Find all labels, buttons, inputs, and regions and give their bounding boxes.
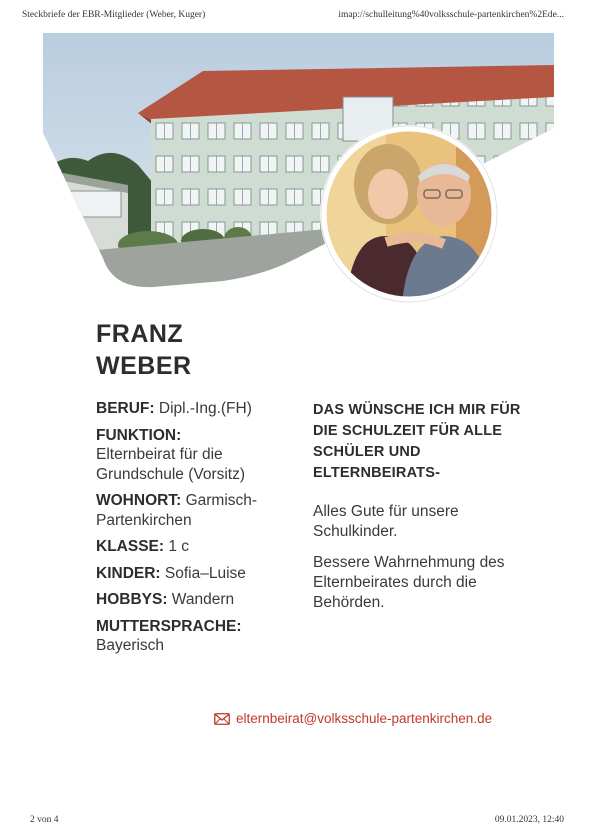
field-label: KINDER: — [96, 564, 161, 582]
print-datetime: 09.01.2023, 12:40 — [494, 815, 564, 825]
print-header-url: imap://schulleitung%40volksschule-parten… — [338, 10, 564, 20]
person-name: FRANZ WEBER — [96, 318, 192, 382]
field-label: FUNKTION: — [96, 426, 182, 444]
envelope-icon — [214, 712, 230, 725]
email-contact: elternbeirat@volksschule-partenkirchen.d… — [214, 711, 492, 726]
last-name: WEBER — [96, 352, 192, 380]
field-label: WOHNORT: — [96, 492, 182, 509]
first-name: FRANZ — [96, 320, 184, 348]
field-value: Sofia–Luise — [164, 564, 246, 582]
field-beruf: BERUF: Dipl.-Ing.(FH) — [96, 399, 306, 419]
field-label: HOBBYS: — [96, 591, 168, 608]
wish-paragraph: Bessere Wahrnehmung des Elternbeirates d… — [313, 554, 505, 611]
field-wohnort: WOHNORT: Garmisch-Partenkirchen — [96, 491, 306, 530]
field-muttersprache: MUTTERSPRACHE: Bayerisch — [96, 617, 306, 656]
field-value: Bayerisch — [96, 637, 165, 654]
field-funktion: FUNKTION: Elternbeirat für die Grundschu… — [96, 426, 306, 485]
field-label: KLASSE: — [96, 538, 165, 555]
print-header-title: Steckbriefe der EBR-Mitglieder (Weber, K… — [22, 10, 206, 20]
field-value: Dipl.-Ing.(FH) — [158, 400, 252, 417]
field-klasse: KLASSE: 1 c — [96, 537, 306, 557]
field-value: Elternbeirat für die Grundschule (Vorsit… — [96, 446, 246, 483]
portrait-photo — [320, 125, 498, 303]
email-link[interactable]: elternbeirat@volksschule-partenkirchen.d… — [236, 711, 492, 726]
wish-section: DAS WÜNSCHE ICH MIR FÜR DIE SCHULZEIT FÜ… — [313, 400, 528, 613]
field-value: 1 c — [168, 538, 190, 555]
field-label: MUTTERSPRACHE: — [96, 617, 242, 635]
field-label: BERUF: — [96, 400, 155, 417]
field-hobbys: HOBBYS: Wandern — [96, 590, 306, 610]
field-kinder: KINDER: Sofia–Luise — [96, 564, 306, 584]
field-value: Wandern — [171, 591, 235, 608]
wish-heading: DAS WÜNSCHE ICH MIR FÜR DIE SCHULZEIT FÜ… — [313, 402, 521, 481]
wish-paragraph: Alles Gute für unsere Schulkinder. — [313, 503, 459, 540]
page-number: 2 von 4 — [30, 815, 59, 825]
profile-fields: BERUF: Dipl.-Ing.(FH) FUNKTION: Elternbe… — [96, 399, 306, 663]
